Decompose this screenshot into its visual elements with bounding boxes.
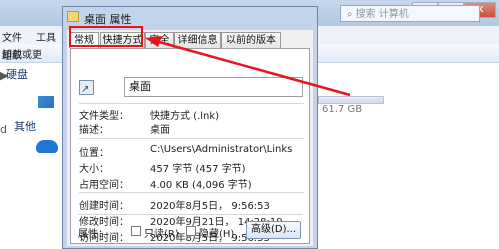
annotation-arrow: [145, 36, 351, 97]
